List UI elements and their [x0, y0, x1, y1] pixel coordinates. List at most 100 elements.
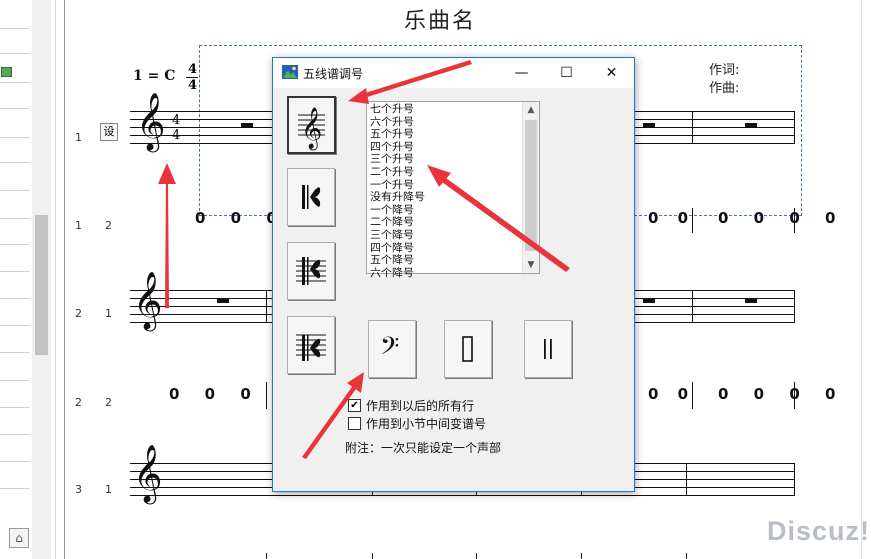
whole-rest [745, 299, 757, 303]
bar-line [686, 463, 687, 496]
row-label: 2 [75, 307, 82, 320]
whole-rest [241, 123, 253, 127]
key-signature-list[interactable]: 七个升号 六个升号 五个升号 四个升号 三个升号 二个升号 一个升号 没有升降号… [366, 101, 540, 278]
alto-clef-icon [302, 185, 321, 209]
alto-clef-button[interactable] [287, 168, 335, 226]
treble-clef-icon: 𝄞 [298, 107, 325, 150]
bar-line [686, 553, 687, 559]
bar-line [794, 382, 795, 409]
list-item[interactable]: 没有升降号 [370, 191, 425, 203]
maximize-button[interactable]: ☐ [544, 58, 589, 88]
row-label: 1 [75, 219, 82, 232]
list-scrollbar-thumb[interactable] [525, 120, 537, 251]
bar-line [692, 208, 693, 233]
page-edge-right [861, 0, 862, 559]
set-badge[interactable]: 设 [100, 123, 118, 141]
home-icon[interactable]: ⌂ [9, 528, 29, 548]
list-item[interactable]: 七个升号 [370, 103, 425, 115]
row-label: 1 [75, 131, 82, 144]
song-title[interactable]: 乐曲名 [404, 3, 476, 35]
row-label: 2 [105, 396, 112, 409]
page-edge [64, 0, 65, 559]
list-item[interactable]: 三个降号 [370, 229, 425, 241]
tenor-clef-button[interactable] [287, 242, 335, 300]
bar-line [692, 290, 693, 323]
bar-line [692, 382, 693, 409]
baritone-clef-icon [296, 334, 326, 361]
chevron-up-icon[interactable]: ▲ [523, 102, 539, 118]
treble-clef-icon: 𝄞 [133, 444, 163, 502]
baritone-clef-button[interactable] [287, 316, 335, 374]
row-label: 2 [75, 396, 82, 409]
dialog-title: 五线谱调号 [303, 67, 364, 81]
list-item[interactable]: 一个降号 [370, 203, 425, 216]
chevron-down-icon[interactable]: ▼ [523, 257, 539, 273]
bar-line [794, 111, 795, 144]
time-signature-top: 4 [188, 62, 198, 77]
double-bar-button[interactable] [524, 320, 572, 378]
treble-clef-button[interactable]: 𝄞 [287, 96, 336, 154]
list-item[interactable]: 一个升号 [370, 178, 425, 191]
numbered-notes: 0 0 0 0 [718, 209, 846, 227]
list-item[interactable]: 六个降号 [370, 266, 425, 279]
bar-line [581, 553, 582, 559]
row-label: 3 [75, 483, 82, 496]
list-item[interactable]: 二个升号 [370, 166, 425, 178]
bar-line [692, 111, 693, 144]
image-icon[interactable] [1, 67, 12, 77]
percussion-clef-icon [462, 336, 473, 362]
left-scrollbar-thumb[interactable] [35, 215, 48, 355]
tenor-clef-icon [296, 257, 326, 285]
whole-rest [217, 299, 229, 303]
svg-text:𝄞: 𝄞 [301, 107, 322, 150]
bar-line [476, 553, 477, 559]
bar-line [266, 553, 267, 559]
list-item[interactable]: 六个升号 [370, 115, 425, 128]
bass-clef-icon: 𝄢 [380, 332, 399, 367]
bar-line [794, 290, 795, 323]
key-signature-dialog[interactable]: 五线谱调号 — ☐ ✕ 𝄞 𝄢 七个升号 六个升号 五个升号 四个升号 三个升号… [272, 57, 635, 492]
bar-line [372, 553, 373, 559]
bar-line [794, 463, 795, 496]
close-button[interactable]: ✕ [589, 58, 634, 88]
dialog-title-bar[interactable]: 五线谱调号 — ☐ ✕ [273, 58, 634, 88]
key-signature-items[interactable]: 七个升号 六个升号 五个升号 四个升号 三个升号 二个升号 一个升号 没有升降号… [370, 103, 425, 279]
treble-clef-icon: 𝄞 [133, 271, 163, 329]
numbered-notes: 0 0 0 0 [718, 385, 846, 403]
bass-clef-button[interactable]: 𝄢 [368, 320, 416, 378]
bar-line [266, 290, 267, 323]
list-item[interactable]: 四个降号 [370, 241, 425, 254]
whole-rest [643, 123, 655, 127]
svg-text:𝄢: 𝄢 [380, 332, 399, 367]
mid-measure-checkbox[interactable] [348, 417, 361, 430]
percussion-clef-button[interactable] [444, 320, 492, 378]
list-item[interactable]: 二个降号 [370, 216, 425, 229]
row-label: 1 [105, 307, 112, 320]
numbered-notes: 0 0 [648, 385, 696, 403]
app-icon [282, 65, 298, 79]
tempo-marking[interactable]: 1 = C [133, 68, 175, 84]
apply-all-rows-checkbox[interactable]: ✔ [348, 399, 361, 412]
row-label: 1 [105, 483, 112, 496]
numbered-notes: 0 0 [648, 209, 696, 227]
list-item[interactable]: 五个降号 [370, 254, 425, 266]
watermark: Discuz! [767, 516, 871, 546]
double-bar-icon [544, 339, 552, 359]
bar-line [794, 208, 795, 233]
row-label: 2 [105, 219, 112, 232]
list-scrollbar[interactable]: ▲ ▼ [522, 102, 539, 273]
minimize-button[interactable]: — [499, 58, 544, 88]
mid-measure-label[interactable]: 作用到小节中间变谱号 [366, 415, 486, 432]
time-signature-bottom: 4 [188, 78, 198, 93]
staff-time-top: 4 [172, 113, 181, 128]
treble-clef-icon: 𝄞 [136, 92, 166, 150]
list-item[interactable]: 五个升号 [370, 128, 425, 141]
whole-rest [643, 299, 655, 303]
list-item[interactable]: 三个升号 [370, 153, 425, 166]
bar-line [266, 382, 267, 409]
staff-time-bottom: 4 [172, 128, 181, 143]
list-item[interactable]: 四个升号 [370, 141, 425, 153]
dialog-note: 附注：一次只能设定一个声部 [345, 441, 502, 455]
apply-all-rows-label[interactable]: 作用到以后的所有行 [366, 397, 474, 414]
whole-rest [745, 123, 757, 127]
